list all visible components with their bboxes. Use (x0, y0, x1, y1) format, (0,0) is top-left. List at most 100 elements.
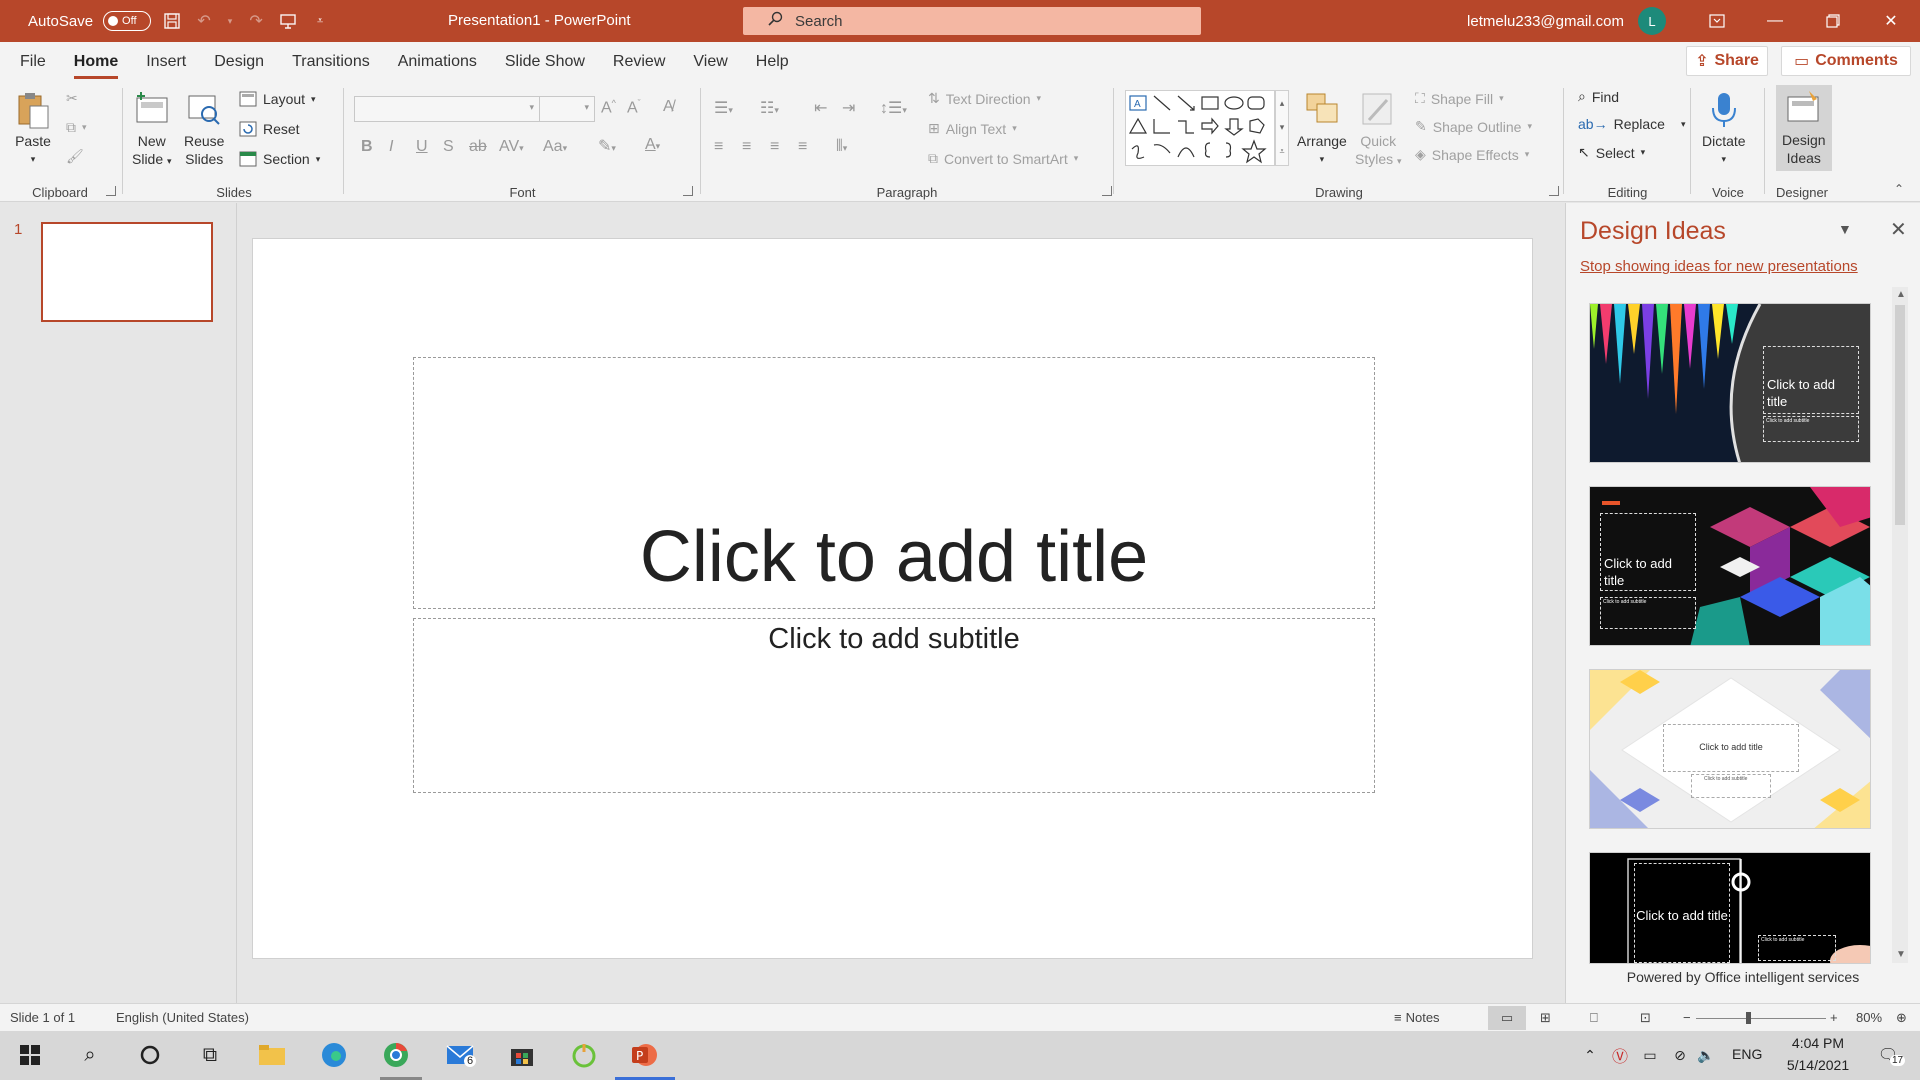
tab-file[interactable]: File (6, 42, 60, 82)
clock-time[interactable]: 4:04 PM (1768, 1035, 1868, 1051)
font-launcher-icon[interactable] (683, 186, 693, 196)
bold-icon[interactable]: B (361, 138, 373, 156)
shadow-icon[interactable]: S (443, 138, 454, 156)
columns-icon[interactable]: ⫴▾ (836, 138, 847, 156)
cut-icon[interactable]: ✂ (66, 90, 78, 107)
text-direction-button[interactable]: ⇅ Text Direction ▾ (928, 90, 1041, 107)
zoom-slider[interactable] (1696, 1018, 1826, 1019)
layout-button[interactable]: Layout ▾ (239, 90, 316, 108)
convert-smartart-button[interactable]: ⧉ Convert to SmartArt ▾ (928, 150, 1078, 167)
increase-font-icon[interactable]: A^ (601, 98, 616, 117)
quick-styles-button[interactable]: Quick Styles ▾ (1355, 90, 1402, 170)
tab-transitions[interactable]: Transitions (278, 42, 384, 82)
antivirus-icon[interactable]: Ⓥ (1604, 1039, 1636, 1071)
mail-icon[interactable]: 6 (444, 1039, 477, 1071)
zoom-out-icon[interactable]: − (1683, 1010, 1691, 1025)
language-indicator[interactable]: English (United States) (116, 1010, 249, 1025)
customize-qat-icon[interactable]: ⩡ (309, 10, 331, 32)
chrome-icon[interactable] (380, 1039, 412, 1071)
arrange-button[interactable]: Arrange ▾ (1297, 90, 1347, 168)
present-from-beginning-icon[interactable] (277, 10, 299, 32)
design-ideas-button[interactable]: Design Ideas (1776, 85, 1832, 171)
zoom-in-icon[interactable]: + (1830, 1010, 1838, 1025)
font-size-dropdown[interactable]: ▾ (539, 96, 595, 122)
undo-dropdown-icon[interactable]: ▾ (225, 10, 235, 32)
minimize-icon[interactable]: — (1746, 0, 1804, 42)
shape-outline-button[interactable]: ✎ Shape Outline ▾ (1415, 118, 1532, 135)
task-view-icon[interactable]: ⧉ (194, 1039, 226, 1071)
restore-icon[interactable] (1804, 0, 1862, 42)
pane-options-icon[interactable]: ▼ (1838, 221, 1852, 237)
decrease-indent-icon[interactable]: ⇤ (814, 98, 827, 118)
windows-start-icon[interactable] (14, 1039, 46, 1071)
line-spacing-icon[interactable]: ↕☰▾ (880, 98, 907, 118)
select-button[interactable]: ↖ Select ▾ (1578, 144, 1645, 161)
fit-to-window-icon[interactable]: ⊕ (1896, 1010, 1907, 1026)
scroll-up-icon[interactable]: ▲ (1896, 289, 1906, 300)
undo-icon[interactable]: ↶ (193, 10, 215, 32)
edge-icon[interactable] (318, 1039, 350, 1071)
file-explorer-icon[interactable] (256, 1039, 288, 1071)
user-email[interactable]: letmelu233@gmail.com (1467, 13, 1624, 30)
volume-icon[interactable]: 🔈 (1690, 1039, 1722, 1071)
avatar[interactable]: L (1638, 7, 1666, 35)
decrease-font-icon[interactable]: Aˇ (627, 98, 641, 117)
scroll-down-icon[interactable]: ▼ (1896, 949, 1906, 960)
reset-button[interactable]: Reset (239, 120, 300, 138)
clock-date[interactable]: 5/14/2021 (1768, 1057, 1868, 1073)
notes-button[interactable]: ≡ Notes (1394, 1010, 1440, 1025)
title-placeholder[interactable]: Click to add title (413, 357, 1375, 609)
format-painter-icon[interactable]: 🖌 (66, 148, 84, 165)
share-button[interactable]: ⇪ Share (1686, 46, 1768, 76)
design-idea-3[interactable]: Click to add title Click to add subtitle (1589, 669, 1871, 829)
close-icon[interactable]: ✕ (1890, 217, 1907, 242)
design-idea-1[interactable]: Click to add title Click to add subtitle (1589, 303, 1871, 463)
tab-insert[interactable]: Insert (132, 42, 200, 82)
font-name-dropdown[interactable]: ▾ (354, 96, 540, 122)
slide-canvas[interactable]: Click to add title Click to add subtitle (252, 238, 1533, 959)
new-slide-button[interactable]: New Slide ▾ (132, 90, 172, 170)
tab-view[interactable]: View (679, 42, 741, 82)
subtitle-placeholder[interactable]: Click to add subtitle (413, 618, 1375, 793)
dictate-button[interactable]: Dictate ▾ (1702, 90, 1746, 168)
redo-icon[interactable]: ↷ (245, 10, 267, 32)
strikethrough-icon[interactable]: ab (469, 138, 487, 156)
change-case-icon[interactable]: Aa▾ (543, 138, 567, 156)
find-button[interactable]: ⌕ Find (1578, 88, 1619, 105)
battery-icon[interactable]: ▭ (1634, 1039, 1666, 1071)
replace-button[interactable]: ab→ Replace ▾ (1578, 116, 1685, 132)
close-icon[interactable]: ✕ (1862, 0, 1920, 42)
tab-home[interactable]: Home (60, 42, 132, 82)
normal-view-icon[interactable]: ▭ (1488, 1006, 1526, 1030)
underline-icon[interactable]: U (416, 138, 428, 156)
font-color-icon[interactable]: A▾ (645, 136, 660, 154)
design-idea-4[interactable]: Click to add title Click to add subtitle (1589, 852, 1871, 964)
search-box[interactable]: Search (743, 7, 1201, 35)
numbering-icon[interactable]: ☷▾ (760, 98, 779, 118)
comments-button[interactable]: ▭ Comments (1781, 46, 1911, 76)
align-right-icon[interactable]: ≡ (770, 138, 779, 156)
scrollbar-thumb[interactable] (1895, 305, 1905, 525)
zoom-slider-thumb[interactable] (1746, 1012, 1751, 1024)
align-text-button[interactable]: ⊞ Align Text ▾ (928, 120, 1017, 137)
shape-fill-button[interactable]: ⛶ Shape Fill ▾ (1415, 90, 1504, 107)
slide-show-icon[interactable]: ⊡ (1640, 1010, 1651, 1026)
paragraph-launcher-icon[interactable] (1102, 186, 1112, 196)
drawing-launcher-icon[interactable] (1549, 186, 1559, 196)
tab-review[interactable]: Review (599, 42, 679, 82)
italic-icon[interactable]: I (389, 138, 393, 156)
store-icon[interactable] (506, 1039, 538, 1071)
tab-slide-show[interactable]: Slide Show (491, 42, 599, 82)
shapes-gallery[interactable]: A (1125, 90, 1275, 166)
stop-showing-ideas-link[interactable]: Stop showing ideas for new presentations (1580, 258, 1858, 275)
cortana-icon[interactable] (134, 1039, 166, 1071)
tab-help[interactable]: Help (742, 42, 803, 82)
save-icon[interactable] (161, 10, 183, 32)
zoom-level[interactable]: 80% (1856, 1010, 1882, 1025)
tab-animations[interactable]: Animations (384, 42, 491, 82)
shape-effects-button[interactable]: ◈ Shape Effects ▾ (1415, 146, 1529, 163)
justify-icon[interactable]: ≡ (798, 138, 807, 156)
character-spacing-icon[interactable]: AV▾ (499, 138, 524, 156)
section-button[interactable]: Section ▾ (239, 150, 320, 168)
app-icon[interactable] (568, 1039, 600, 1071)
